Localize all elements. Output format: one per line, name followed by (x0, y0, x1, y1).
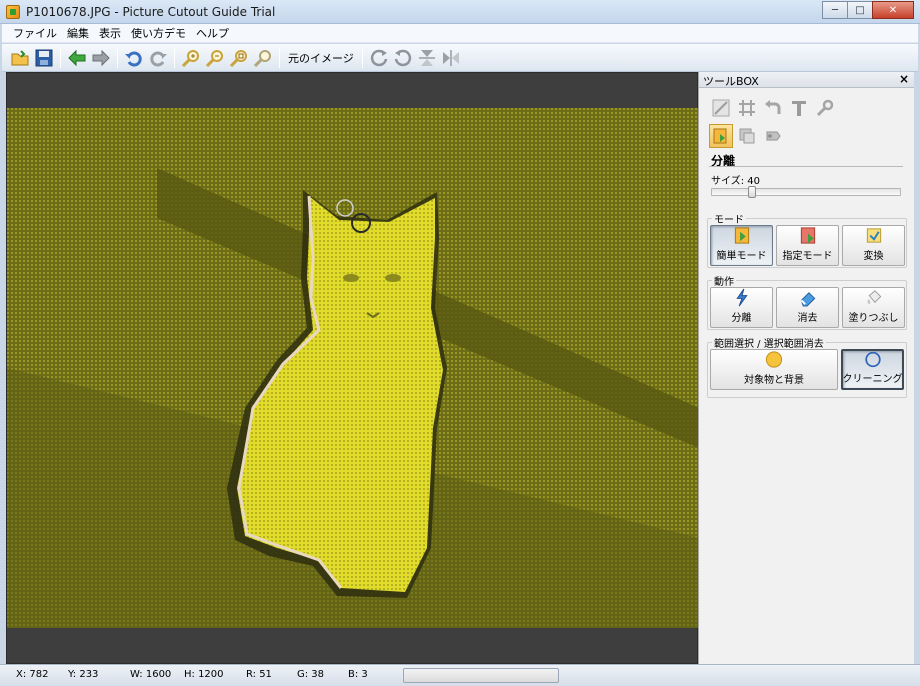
forward-arrow-icon[interactable] (89, 46, 113, 70)
action-group-label: 動作 (712, 273, 736, 288)
flip-horizontal-icon[interactable] (439, 46, 463, 70)
zoom-in-icon[interactable] (179, 46, 203, 70)
easy-mode-button[interactable]: 簡単モード (710, 225, 773, 266)
specified-mode-button[interactable]: 指定モード (776, 225, 839, 266)
toolbox-title: ツールBOX (703, 75, 759, 88)
progress-bar (403, 668, 559, 683)
status-y: Y: 233 (68, 669, 99, 680)
status-blue: B: 3 (348, 669, 368, 680)
yellow-circle-icon (765, 351, 783, 368)
status-height: H: 1200 (184, 669, 224, 680)
wrench-icon[interactable] (813, 96, 837, 120)
cat-photo (7, 108, 699, 628)
object-background-label: 対象物と背景 (744, 375, 804, 386)
convert-icon (866, 228, 881, 243)
undo-arrow-icon[interactable] (761, 96, 785, 120)
erase-button[interactable]: 消去 (776, 287, 839, 328)
size-slider[interactable] (711, 186, 901, 198)
stamp-tool-icon[interactable] (761, 124, 785, 148)
mode-group: モード 簡単モード 指定モード 変換 (707, 211, 908, 268)
text-icon[interactable] (787, 96, 811, 120)
zoom-out-icon[interactable] (203, 46, 227, 70)
toolbox-icon-row-2 (709, 124, 787, 148)
maximize-button[interactable]: □ (847, 1, 873, 19)
toolbox-close-button[interactable]: × (899, 72, 909, 86)
menu-bar: ファイル 編集 表示 使い方デモ ヘルプ (2, 24, 918, 43)
menu-help[interactable]: ヘルプ (191, 25, 234, 41)
range-group: 範囲選択 / 選択範囲消去 対象物と背景 クリーニング (707, 335, 907, 398)
menu-edit[interactable]: 編集 (62, 25, 94, 41)
specified-mode-icon (800, 227, 815, 244)
window-controls: ─ □ ✕ (822, 1, 914, 19)
save-icon[interactable] (32, 46, 56, 70)
eraser-icon (800, 292, 815, 307)
specified-mode-label: 指定モード (782, 251, 833, 262)
zoom-fit-icon[interactable] (227, 46, 251, 70)
zoom-actual-icon[interactable] (251, 46, 275, 70)
separate-tool-icon[interactable] (709, 124, 733, 148)
back-arrow-icon[interactable] (65, 46, 89, 70)
menu-demo[interactable]: 使い方デモ (126, 25, 191, 41)
close-button[interactable]: ✕ (872, 1, 914, 19)
status-bar: X: 782 Y: 233 W: 1600 H: 1200 R: 51 G: 3… (0, 664, 920, 686)
bucket-icon (866, 290, 881, 305)
app-icon (6, 5, 20, 19)
erase-label: 消去 (797, 313, 818, 324)
toolbar-separator (60, 47, 61, 68)
toolbar-separator (361, 47, 363, 68)
crop-icon[interactable] (709, 96, 733, 120)
redo-icon[interactable] (146, 46, 170, 70)
lightning-icon (735, 288, 748, 307)
section-divider (709, 166, 903, 167)
original-image-button[interactable]: 元のイメージ (284, 50, 358, 66)
fill-button[interactable]: 塗りつぶし (842, 287, 905, 328)
action-group: 動作 分離 消去 塗りつぶし (707, 273, 908, 330)
window-title: P1010678.JPG - Picture Cutout Guide Tria… (26, 5, 276, 19)
blue-ring-icon (864, 351, 881, 368)
size-slider-thumb[interactable] (748, 186, 756, 198)
image-canvas[interactable] (6, 72, 699, 664)
open-folder-icon[interactable] (8, 46, 32, 70)
convert-label: 変換 (863, 251, 884, 262)
status-x: X: 782 (16, 669, 49, 680)
action-button-row: 分離 消去 塗りつぶし (710, 287, 908, 328)
rotate-right-icon[interactable] (391, 46, 415, 70)
easy-mode-icon (734, 227, 749, 244)
title-bar: P1010678.JPG - Picture Cutout Guide Tria… (0, 0, 920, 24)
range-button-row: 対象物と背景 クリーニング (710, 349, 907, 390)
toolbox-header: ツールBOX × (699, 72, 914, 88)
mode-button-row: 簡単モード 指定モード 変換 (710, 225, 908, 266)
separate-button[interactable]: 分離 (710, 287, 773, 328)
minimize-button[interactable]: ─ (822, 1, 848, 19)
fill-label: 塗りつぶし (848, 313, 899, 324)
flip-vertical-icon[interactable] (415, 46, 439, 70)
range-group-label: 範囲選択 / 選択範囲消去 (712, 335, 826, 350)
status-green: G: 38 (297, 669, 325, 680)
size-label: サイズ: 40 (711, 176, 760, 187)
status-width: W: 1600 (130, 669, 172, 680)
cleaning-button[interactable]: クリーニング (841, 349, 904, 390)
menu-file[interactable]: ファイル (8, 25, 62, 41)
toolbar-separator (279, 47, 280, 68)
toolbox-panel: ツールBOX × 分離 サイズ: 40 モード 簡単モード 指定モード 変換 動… (698, 72, 914, 664)
layer-tool-icon[interactable] (735, 124, 759, 148)
status-red: R: 51 (246, 669, 272, 680)
easy-mode-label: 簡単モード (716, 251, 767, 262)
toolbox-icon-row-1 (709, 96, 839, 120)
mode-group-label: モード (712, 211, 746, 226)
rotate-left-icon[interactable] (367, 46, 391, 70)
toolbar: 元のイメージ (2, 44, 918, 72)
undo-icon[interactable] (122, 46, 146, 70)
menu-view[interactable]: 表示 (94, 25, 126, 41)
toolbar-separator (117, 47, 118, 68)
cleaning-label: クリーニング (842, 374, 903, 385)
toolbar-separator (174, 47, 175, 68)
separate-label: 分離 (731, 313, 752, 324)
grid-icon[interactable] (735, 96, 759, 120)
object-background-button[interactable]: 対象物と背景 (710, 349, 838, 390)
convert-button[interactable]: 変換 (842, 225, 905, 266)
